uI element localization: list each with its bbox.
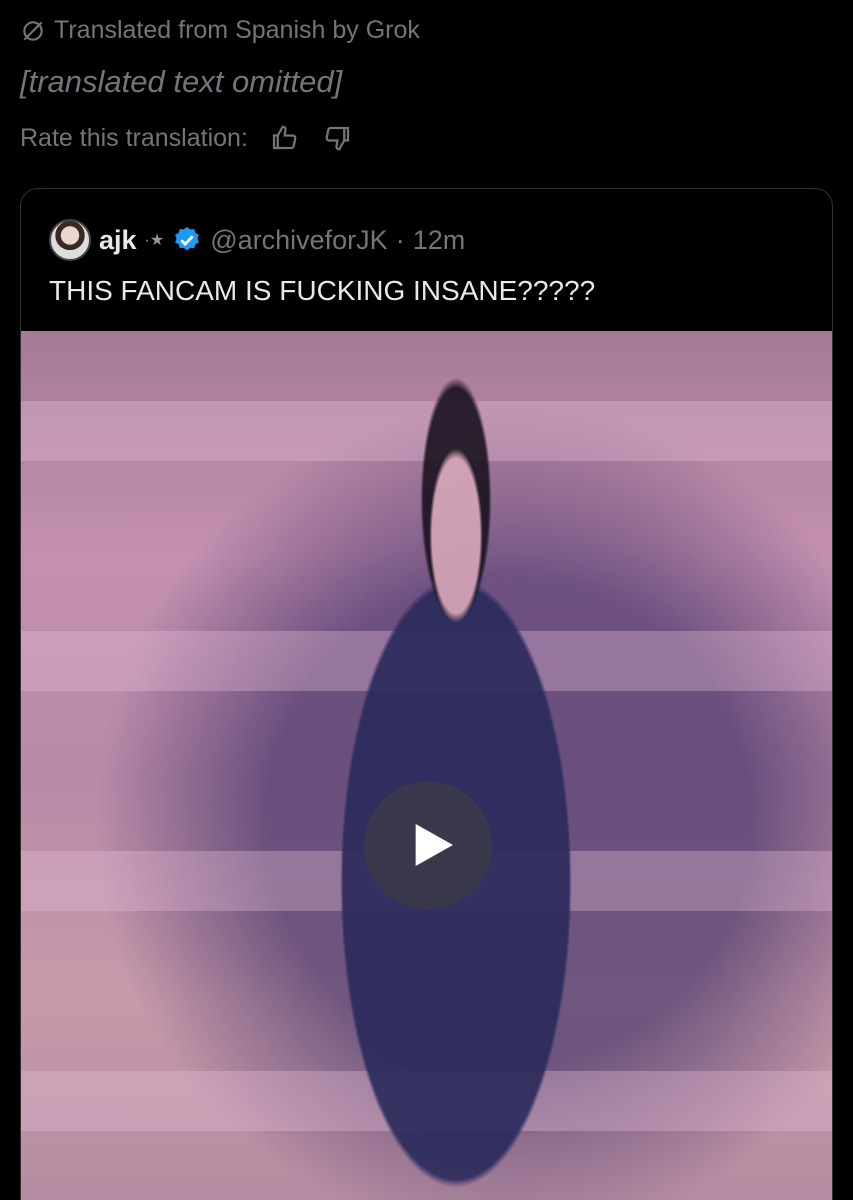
video-media[interactable] bbox=[21, 331, 832, 1200]
translated-text-placeholder: [translated text omitted] bbox=[20, 64, 343, 99]
translation-attribution: Translated from Spanish by Grok bbox=[20, 16, 420, 45]
rate-label: Rate this translation: bbox=[20, 123, 248, 152]
play-button[interactable] bbox=[364, 781, 492, 909]
verified-badge-icon bbox=[175, 226, 200, 251]
user-handle[interactable]: @archiveforJK bbox=[210, 225, 387, 256]
avatar[interactable] bbox=[49, 219, 91, 261]
play-icon bbox=[415, 824, 453, 866]
display-name[interactable]: ajk bbox=[99, 225, 137, 256]
quoted-post-card[interactable]: ajk ·★ @archiveforJK · 12m THIS FANCAM I… bbox=[20, 188, 833, 1200]
star-badge-icon: ·★ bbox=[144, 232, 165, 249]
quoted-post-text: THIS FANCAM IS FUCKING INSANE????? bbox=[49, 275, 596, 306]
thumbs-up-button[interactable] bbox=[266, 120, 302, 156]
thumbs-down-button[interactable] bbox=[320, 120, 356, 156]
grok-slash-icon bbox=[23, 20, 43, 41]
thumbs-up-icon bbox=[272, 125, 297, 150]
separator: · bbox=[395, 224, 405, 255]
quoted-post-header: ajk ·★ @archiveforJK · 12m bbox=[49, 219, 465, 261]
rate-translation-row: Rate this translation: bbox=[20, 120, 356, 156]
translation-meta-label: Translated from Spanish by Grok bbox=[54, 16, 420, 44]
video-thumbnail-figure bbox=[246, 331, 666, 1200]
thumbs-down-icon bbox=[325, 126, 350, 151]
post-timestamp[interactable]: 12m bbox=[413, 225, 466, 256]
